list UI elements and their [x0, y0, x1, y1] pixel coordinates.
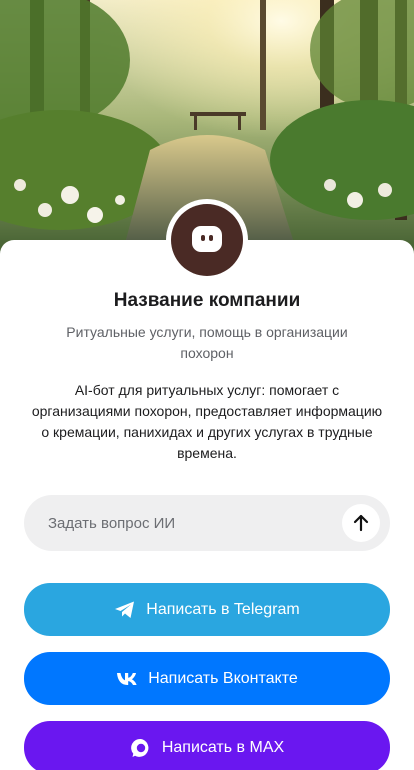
vk-button[interactable]: Написать Вконтакте [24, 652, 390, 705]
ask-ai-box [24, 495, 390, 551]
ask-ai-input[interactable] [48, 514, 342, 532]
send-button[interactable] [342, 504, 380, 542]
arrow-up-icon [353, 514, 369, 532]
max-icon [130, 737, 152, 759]
company-avatar [166, 199, 248, 281]
max-button[interactable]: Написать в MAX [24, 721, 390, 770]
max-button-label: Написать в MAX [161, 738, 285, 756]
page-title: Название компании [113, 290, 301, 311]
telegram-icon [114, 600, 136, 620]
company-subtitle: Ритуальные услуги, помощь в организации … [66, 324, 348, 361]
vk-icon [116, 672, 138, 686]
vk-button-label: Написать Вконтакте [148, 669, 298, 687]
telegram-button[interactable]: Написать в Telegram [24, 583, 390, 636]
avatar [171, 204, 243, 276]
telegram-button-label: Написать в Telegram [146, 600, 300, 618]
chat-bot-icon [192, 226, 222, 252]
company-description: AI-бот для ритуальных услуг: помогает с … [31, 382, 383, 461]
